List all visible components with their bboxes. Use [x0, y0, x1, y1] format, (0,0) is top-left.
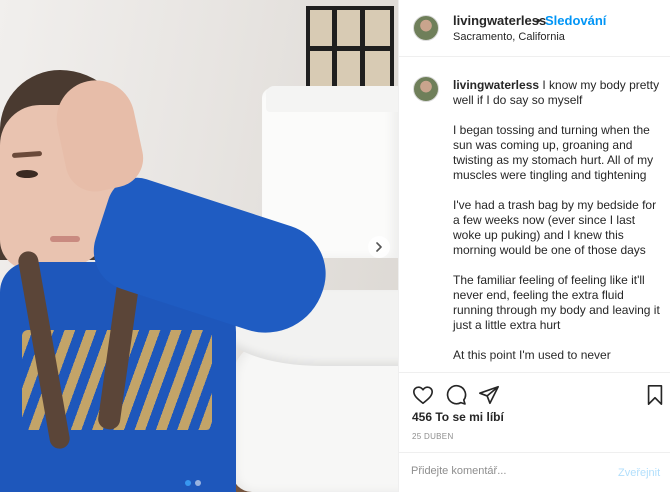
post-comment-button[interactable]: Zveřejnit: [618, 467, 660, 479]
caption-paragraph: The familiar feeling of feeling like it'…: [453, 273, 660, 332]
heart-icon[interactable]: [412, 384, 434, 411]
carousel-dot-active: [185, 480, 191, 486]
header-separator: •: [536, 13, 541, 28]
caption-paragraph: livingwaterless I know my body pretty we…: [453, 78, 663, 108]
caption-text: livingwaterless I know my body pretty we…: [453, 78, 663, 372]
photo-person: [0, 0, 398, 492]
post-photo[interactable]: [0, 0, 398, 492]
carousel-next-button[interactable]: [368, 236, 390, 258]
photo-mouth: [50, 236, 80, 242]
share-icon[interactable]: [478, 384, 500, 411]
comment-input[interactable]: [411, 465, 601, 477]
follow-button[interactable]: Sledování: [545, 13, 606, 28]
comment-bar: Zveřejnit: [399, 452, 670, 492]
caption-paragraph: I began tossing and turning when the sun…: [453, 123, 654, 182]
post-panel: livingwaterless • Sledování Sacramento, …: [398, 0, 670, 492]
instagram-post: livingwaterless • Sledování Sacramento, …: [0, 0, 670, 492]
header-username[interactable]: livingwaterless: [453, 13, 546, 28]
likes-count[interactable]: 456 To se mi líbí: [412, 410, 504, 424]
caption-paragraph: I've had a trash bag by my bedside for a…: [453, 198, 657, 257]
caption-username[interactable]: livingwaterless: [453, 78, 539, 92]
post-header: livingwaterless • Sledování Sacramento, …: [399, 0, 670, 57]
bookmark-icon[interactable]: [645, 384, 665, 411]
header-location[interactable]: Sacramento, California: [453, 31, 565, 43]
comment-icon[interactable]: [445, 384, 467, 411]
avatar[interactable]: [413, 15, 439, 41]
caption-area[interactable]: livingwaterless I know my body pretty we…: [399, 57, 670, 372]
caption-avatar[interactable]: [413, 76, 439, 102]
carousel-dots: [185, 480, 201, 486]
caption-fade: [399, 357, 670, 372]
post-date[interactable]: 25 DUBEN: [412, 432, 454, 441]
chevron-right-icon: [376, 242, 382, 252]
photo-eye-left: [16, 170, 38, 178]
carousel-dot: [195, 480, 201, 486]
